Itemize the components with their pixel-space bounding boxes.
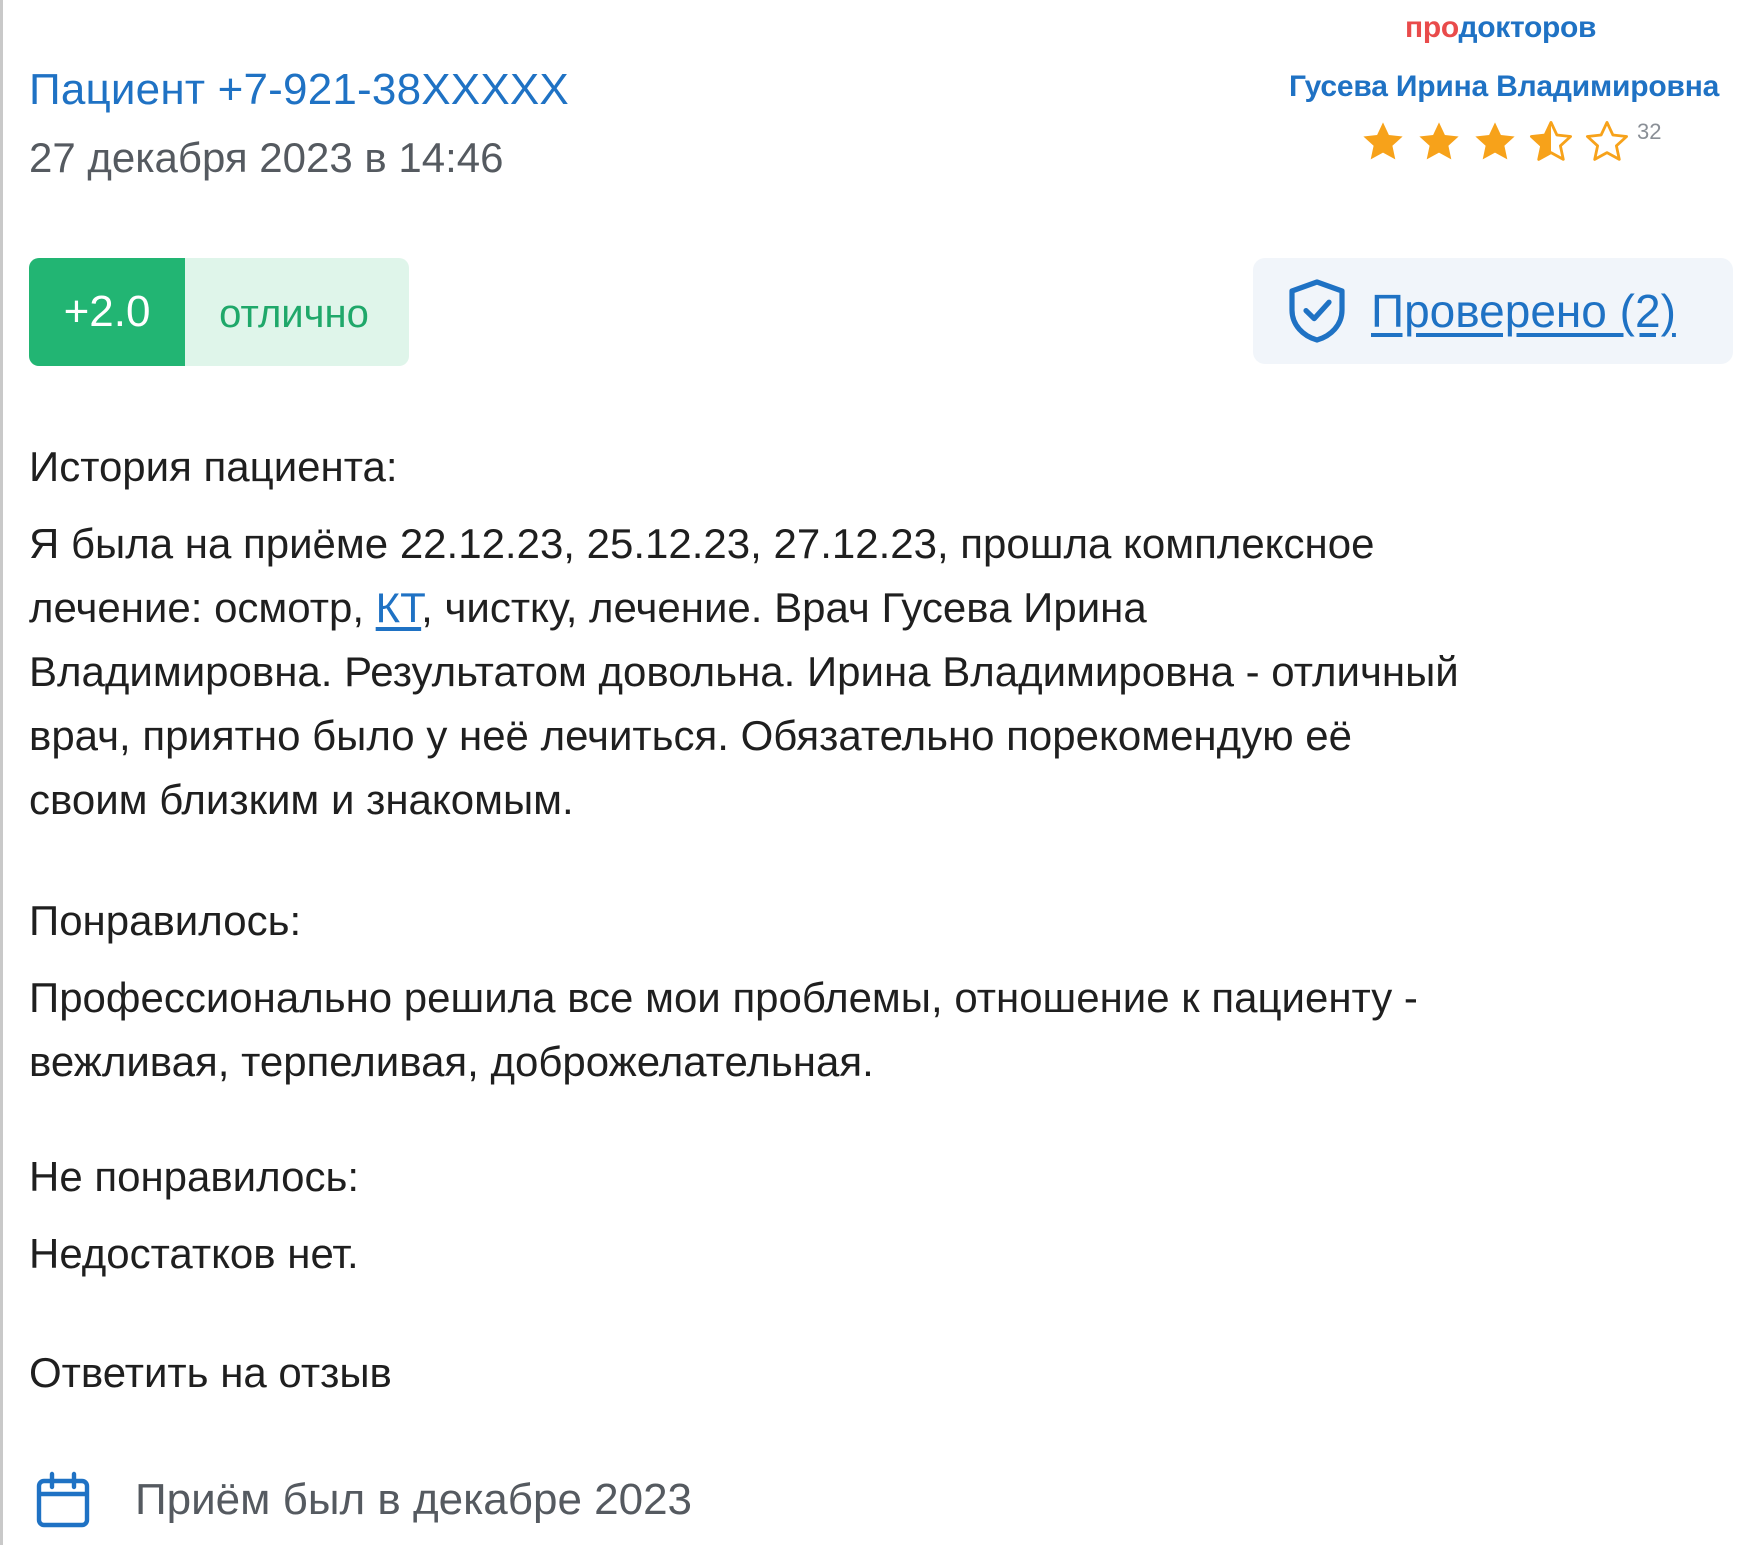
verified-link[interactable]: Проверено (2) [1371, 284, 1676, 338]
star-icon-full [1471, 118, 1519, 166]
review-screen: Пациент +7-921-38XXXXX 27 декабря 2023 в… [0, 0, 1754, 1545]
score-label: отлично [219, 292, 369, 336]
history-heading: История пациента: [29, 443, 398, 490]
history-line: лечение: осмотр, КТ, чистку, лечение. Вр… [29, 576, 1747, 640]
verified-badge[interactable]: Проверено (2) [1253, 258, 1733, 364]
reply-to-review-button[interactable]: Ответить на отзыв [29, 1346, 392, 1400]
rating-count: 32 [1637, 119, 1662, 144]
disliked-line: Недостатков нет. [29, 1230, 359, 1277]
liked-heading: Понравилось: [29, 897, 302, 944]
shield-check-icon [1285, 277, 1349, 345]
liked-line: вежливая, терпеливая, доброжелательная. [29, 1038, 874, 1085]
doctor-name[interactable]: Гусева Ирина Владимировна [1289, 68, 1719, 106]
history-line: своим близким и знакомым. [29, 776, 574, 823]
disliked-heading: Не понравилось: [29, 1153, 360, 1200]
history-line-text: , чистку, лечение. Врач Гусева Ирина [421, 584, 1147, 631]
doctor-rating-stars: 32 [1359, 114, 1661, 170]
calendar-icon [35, 1471, 91, 1529]
score-badge: +2.0 отлично [29, 258, 409, 366]
history-line-text: лечение: осмотр, [29, 584, 376, 631]
star-icon-empty [1583, 118, 1631, 166]
history-line: Владимировна. Результатом довольна. Ирин… [29, 648, 1459, 695]
liked-text: Профессионально решила все мои проблемы,… [29, 966, 1747, 1094]
history-text: Я была на приёме 22.12.23, 25.12.23, 27.… [29, 512, 1747, 832]
score-value: +2.0 [29, 258, 185, 366]
visit-info: Приём был в декабре 2023 [35, 1468, 692, 1532]
star-icon-full [1359, 118, 1407, 166]
star-icon-half [1527, 118, 1575, 166]
brand-logo-part2: докторов [1458, 11, 1597, 44]
star-icon-full [1415, 118, 1463, 166]
history-line: врач, приятно было у неё лечиться. Обяза… [29, 712, 1353, 759]
visit-date-text: Приём был в декабре 2023 [135, 1475, 693, 1524]
prodoctorov-widget[interactable]: продокторов Гусева Ирина Владимировна 32 [1233, 0, 1754, 180]
liked-line: Профессионально решила все мои проблемы,… [29, 974, 1418, 1021]
brand-logo-part1: про [1405, 11, 1459, 44]
kt-link[interactable]: КТ [376, 584, 421, 631]
review-date: 27 декабря 2023 в 14:46 [29, 134, 504, 181]
patient-title[interactable]: Пациент +7-921-38XXXXX [29, 64, 569, 116]
disliked-text: Недостатков нет. [29, 1222, 1747, 1286]
history-line: Я была на приёме 22.12.23, 25.12.23, 27.… [29, 520, 1375, 567]
review-card: Пациент +7-921-38XXXXX 27 декабря 2023 в… [3, 0, 1754, 1545]
prodoctorov-logo: продокторов [1405, 8, 1596, 48]
